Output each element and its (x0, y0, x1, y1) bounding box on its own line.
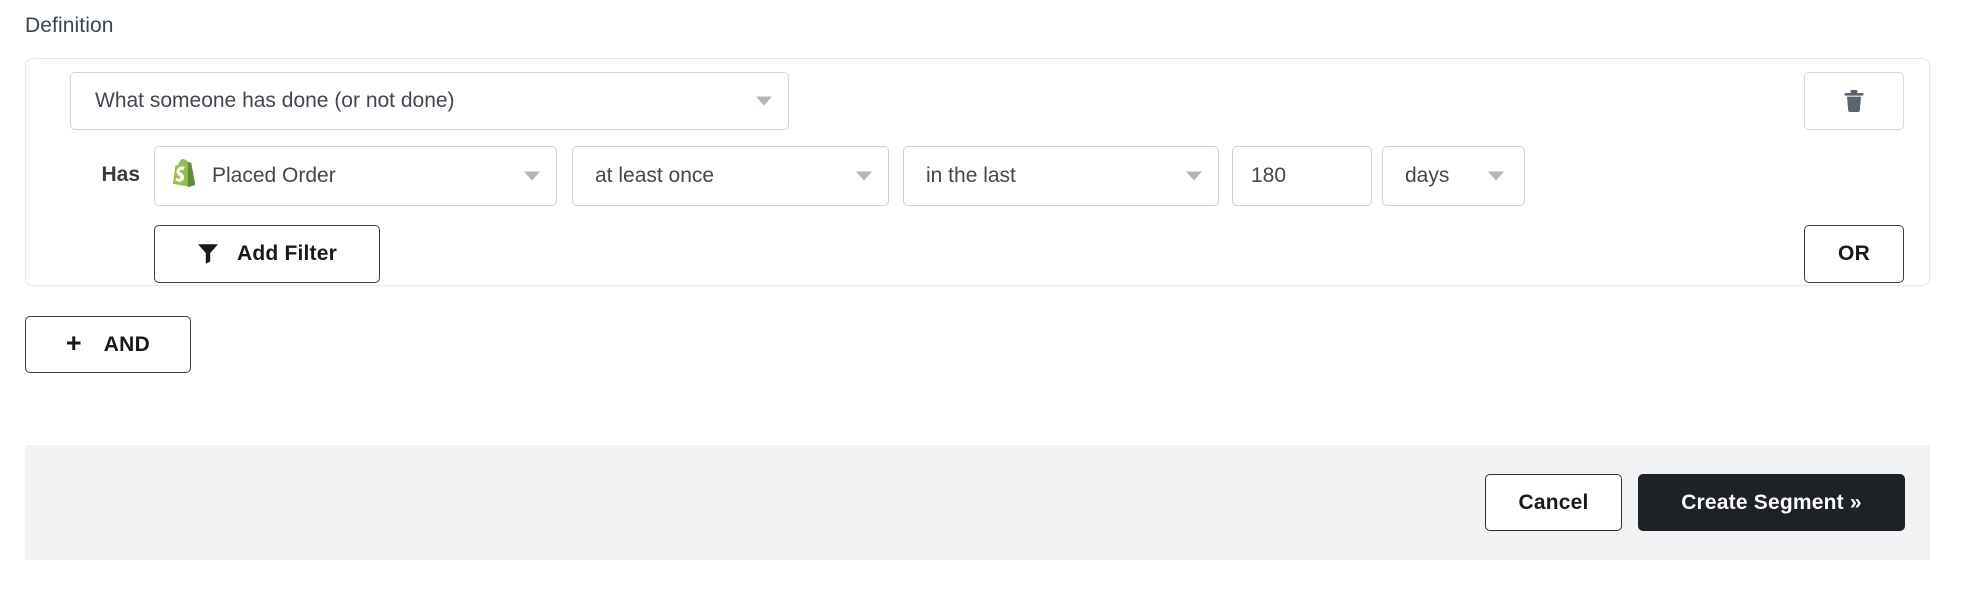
timeframe-select[interactable]: in the last (903, 146, 1219, 206)
chevron-down-icon (856, 171, 872, 181)
chevron-down-icon (756, 96, 772, 106)
footer-bar: Cancel Create Segment » (25, 445, 1930, 560)
and-label: AND (103, 332, 151, 356)
add-and-group-button[interactable]: + AND (25, 316, 191, 373)
filter-row: Has Placed Order at least once in the la… (26, 146, 1929, 206)
filter-prefix-label: Has (101, 163, 140, 186)
frequency-select[interactable]: at least once (572, 146, 889, 206)
timeframe-value: in the last (926, 164, 1016, 187)
condition-type-value: What someone has done (or not done) (95, 89, 455, 112)
duration-input[interactable] (1232, 146, 1372, 206)
add-filter-button[interactable]: Add Filter (154, 225, 380, 283)
plus-icon: + (65, 328, 82, 358)
delete-condition-button[interactable] (1804, 72, 1904, 130)
chevron-down-icon (1488, 171, 1504, 181)
condition-type-select[interactable]: What someone has done (or not done) (70, 72, 789, 130)
chevron-down-icon (524, 171, 540, 181)
condition-group-card: What someone has done (or not done) Has (25, 58, 1930, 286)
frequency-value: at least once (595, 164, 715, 187)
metric-select[interactable]: Placed Order (154, 146, 557, 206)
duration-unit-value: days (1405, 164, 1450, 187)
metric-value: Placed Order (212, 164, 336, 187)
or-button[interactable]: OR (1804, 225, 1904, 283)
duration-unit-select[interactable]: days (1382, 146, 1525, 206)
funnel-icon (197, 242, 219, 267)
cancel-button[interactable]: Cancel (1485, 474, 1622, 531)
trash-icon (1843, 89, 1865, 113)
chevron-down-icon (1186, 171, 1202, 181)
add-filter-label: Add Filter (237, 242, 337, 265)
page-title: Definition (25, 14, 114, 37)
create-segment-button[interactable]: Create Segment » (1638, 474, 1905, 531)
shopify-icon (173, 158, 199, 194)
segment-definition-page: Definition What someone has done (or not… (0, 0, 1962, 596)
